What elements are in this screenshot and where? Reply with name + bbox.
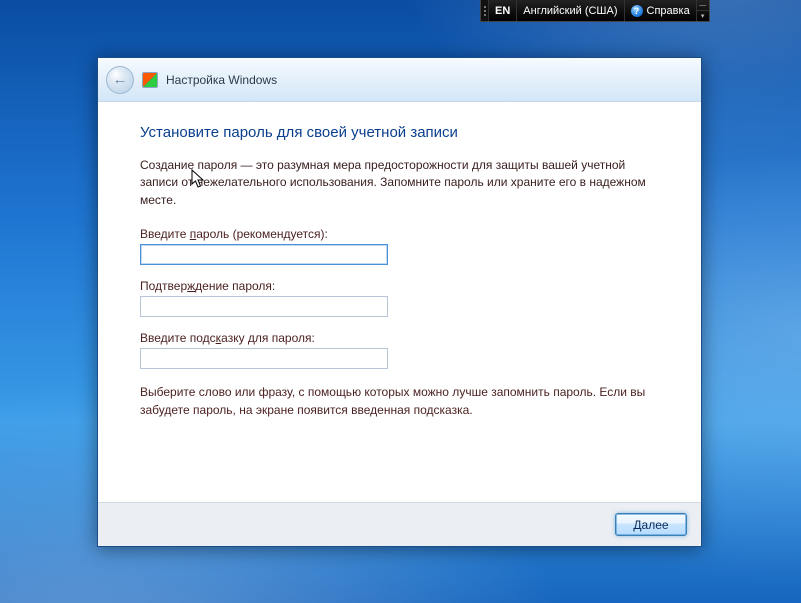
hint-description: Выберите слово или фразу, с помощью кото… [140, 383, 659, 419]
next-button[interactable]: Далее [615, 513, 687, 536]
langbar-options: — ▾ [697, 0, 709, 21]
password-hint-label: Введите подсказку для пароля: [140, 331, 659, 345]
back-button[interactable]: ← [106, 66, 134, 94]
wizard-header: ← Настройка Windows [98, 58, 701, 102]
language-bar: EN Английский (США) ? Справка — ▾ [480, 0, 710, 22]
windows-flag-icon [142, 72, 158, 88]
wizard-title: Настройка Windows [166, 73, 277, 87]
password-label: Введите пароль (рекомендуется): [140, 227, 659, 241]
password-input[interactable] [140, 244, 388, 265]
confirm-password-input[interactable] [140, 296, 388, 317]
confirm-password-label: Подтверждение пароля: [140, 279, 659, 293]
help-button[interactable]: ? Справка [625, 0, 697, 21]
input-language-button[interactable]: EN [489, 0, 517, 21]
password-hint-input[interactable] [140, 348, 388, 369]
arrow-left-icon: ← [113, 71, 128, 88]
page-title: Установите пароль для своей учетной запи… [140, 124, 659, 141]
langbar-minimize-button[interactable]: — [697, 0, 709, 11]
langbar-options-button[interactable]: ▾ [697, 11, 709, 21]
help-icon: ? [631, 5, 643, 17]
langbar-grip-icon[interactable] [481, 0, 489, 21]
wizard-footer: Далее [98, 502, 701, 546]
setup-wizard-window: ← Настройка Windows Установите пароль дл… [97, 57, 702, 547]
wizard-body: Установите пароль для своей учетной запи… [98, 102, 701, 502]
input-language-name[interactable]: Английский (США) [517, 0, 624, 21]
page-description: Создание пароля — это разумная мера пред… [140, 157, 659, 209]
lang-code: EN [495, 5, 510, 17]
